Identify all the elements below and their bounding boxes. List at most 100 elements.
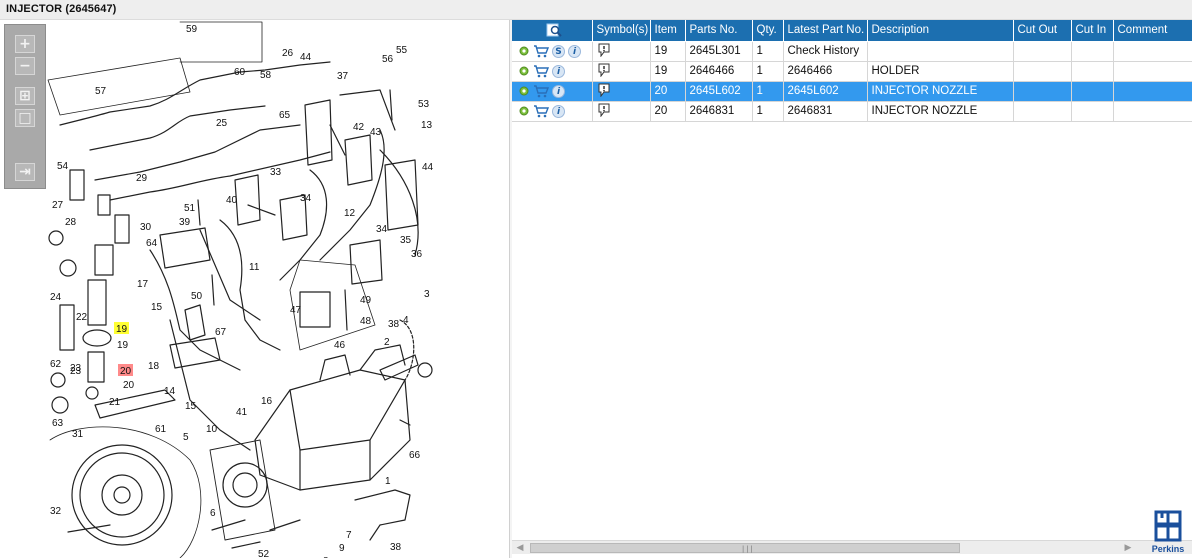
- callout-label[interactable]: 44: [422, 162, 434, 173]
- callout-label[interactable]: 15: [185, 401, 197, 412]
- cart-icon[interactable]: [533, 44, 550, 58]
- callout-label[interactable]: 64: [146, 238, 158, 249]
- callout-label[interactable]: 42: [353, 122, 365, 133]
- scroll-left-icon[interactable]: ◀: [514, 543, 526, 553]
- callout-label[interactable]: 47: [290, 305, 302, 316]
- cart-icon[interactable]: [533, 104, 550, 118]
- callout-label[interactable]: 6: [210, 508, 216, 519]
- info-icon[interactable]: i: [552, 64, 565, 78]
- callout-label[interactable]: 48: [360, 316, 372, 327]
- gear-icon[interactable]: [518, 105, 530, 118]
- callout-label[interactable]: 50: [191, 291, 203, 302]
- cart-icon[interactable]: [533, 64, 550, 78]
- scroll-right-icon[interactable]: ▶: [1122, 543, 1134, 553]
- callout-label[interactable]: 58: [260, 70, 272, 81]
- callout-label[interactable]: 44: [300, 52, 312, 63]
- row-symbol[interactable]: [592, 41, 651, 62]
- column-header-actions[interactable]: [512, 20, 593, 42]
- callout-label[interactable]: 65: [279, 110, 291, 121]
- callout-label[interactable]: 29: [136, 173, 148, 184]
- table-row[interactable]: Si 19 2645L301 1 Check History: [512, 41, 1192, 62]
- callout-label[interactable]: 63: [52, 418, 64, 429]
- column-header-qty[interactable]: Qty.: [752, 20, 784, 42]
- table-row[interactable]: i 20 2645L602 1 2645L602 INJECTOR NOZZLE: [512, 81, 1192, 102]
- table-row[interactable]: i 20 2646831 1 2646831 INJECTOR NOZZLE: [512, 101, 1192, 122]
- column-header-comment[interactable]: Comment: [1113, 20, 1192, 42]
- callout-label[interactable]: 35: [400, 235, 412, 246]
- callout-label[interactable]: 1: [385, 476, 391, 487]
- callout-label[interactable]: 54: [57, 161, 69, 172]
- callout-label[interactable]: 32: [50, 506, 62, 517]
- callout-label[interactable]: 61: [155, 424, 167, 435]
- callout-label[interactable]: 3: [424, 289, 430, 300]
- callout-label[interactable]: 33: [270, 167, 282, 178]
- callout-label[interactable]: 36: [411, 249, 423, 260]
- column-header-item[interactable]: Item: [650, 20, 686, 42]
- column-header-cut-out[interactable]: Cut Out: [1013, 20, 1072, 42]
- callout-label[interactable]: 16: [261, 396, 273, 407]
- callout-label[interactable]: 53: [418, 99, 430, 110]
- callout-label[interactable]: 55: [396, 45, 408, 56]
- callout-label[interactable]: 18: [148, 361, 160, 372]
- zoom-out-button[interactable]: −: [15, 57, 35, 75]
- diagram-panel[interactable]: 59 60 58 26 37 56 55 57 65 53 25 42 43 13 54 29 33 44 27 28…: [0, 20, 510, 558]
- callout-label[interactable]: 34: [300, 193, 312, 204]
- callout-label[interactable]: 14: [164, 386, 176, 397]
- callout-label[interactable]: 11: [249, 262, 260, 273]
- column-header-parts-no[interactable]: Parts No.: [685, 20, 753, 42]
- info-icon[interactable]: i: [552, 84, 565, 98]
- row-symbol[interactable]: [592, 101, 651, 122]
- callout-label[interactable]: 46: [334, 340, 346, 351]
- callout-label[interactable]: 27: [52, 200, 64, 211]
- column-header-latest-part-no[interactable]: Latest Part No.: [783, 20, 868, 42]
- row-symbol[interactable]: [592, 81, 651, 102]
- callout-label[interactable]: 25: [216, 118, 228, 129]
- cart-icon[interactable]: [533, 84, 550, 98]
- callout-label[interactable]: 28: [65, 217, 77, 228]
- callout-label-highlighted[interactable]: 20: [120, 366, 132, 377]
- export-button[interactable]: ⇥: [15, 163, 35, 181]
- callout-label[interactable]: 21: [109, 397, 121, 408]
- callout-label[interactable]: 57: [95, 86, 107, 97]
- callout-label[interactable]: 7: [346, 530, 352, 541]
- callout-label[interactable]: 39: [179, 217, 191, 228]
- callout-label[interactable]: 26: [282, 48, 294, 59]
- callout-label[interactable]: 24: [50, 292, 62, 303]
- callout-label[interactable]: 43: [370, 127, 382, 138]
- callout-label[interactable]: 52: [258, 549, 270, 558]
- zoom-in-button[interactable]: +: [15, 35, 35, 53]
- callout-label[interactable]: 67: [215, 327, 227, 338]
- callout-label[interactable]: 15: [151, 302, 163, 313]
- callout-label[interactable]: 9: [339, 543, 345, 554]
- actual-size-button[interactable]: □: [15, 109, 35, 127]
- callout-label[interactable]: 12: [344, 208, 356, 219]
- note-icon[interactable]: [597, 103, 611, 117]
- callout-label[interactable]: 41: [236, 407, 248, 418]
- callout-label[interactable]: 59: [186, 24, 198, 35]
- callout-label-highlighted[interactable]: 19: [116, 324, 128, 335]
- callout-label[interactable]: 5: [183, 432, 189, 443]
- callout-label[interactable]: 2: [384, 337, 390, 348]
- callout-label[interactable]: 30: [140, 222, 152, 233]
- callout-label[interactable]: 62: [50, 359, 62, 370]
- callout-label[interactable]: 17: [137, 279, 149, 290]
- callout-label[interactable]: 34: [376, 224, 388, 235]
- callout-label[interactable]: 38: [388, 319, 400, 330]
- fit-to-window-button[interactable]: ⊞: [15, 87, 35, 105]
- callout-label[interactable]: 49: [360, 295, 372, 306]
- gear-icon[interactable]: [518, 65, 530, 78]
- column-header-cut-in[interactable]: Cut In: [1071, 20, 1114, 42]
- callout-label[interactable]: 22: [76, 312, 88, 323]
- s-icon[interactable]: S: [552, 44, 565, 58]
- callout-label[interactable]: 56: [382, 54, 394, 65]
- info-icon[interactable]: i: [552, 104, 565, 118]
- note-icon[interactable]: [597, 63, 611, 77]
- column-header-symbols[interactable]: Symbol(s): [592, 20, 651, 42]
- callout-label[interactable]: 60: [234, 67, 246, 78]
- callout-label[interactable]: 13: [421, 120, 433, 131]
- callout-label[interactable]: 4: [403, 315, 409, 326]
- column-header-description[interactable]: Description: [867, 20, 1014, 42]
- callout-label[interactable]: 10: [206, 424, 218, 435]
- note-icon[interactable]: [597, 83, 611, 97]
- note-icon[interactable]: [597, 43, 611, 57]
